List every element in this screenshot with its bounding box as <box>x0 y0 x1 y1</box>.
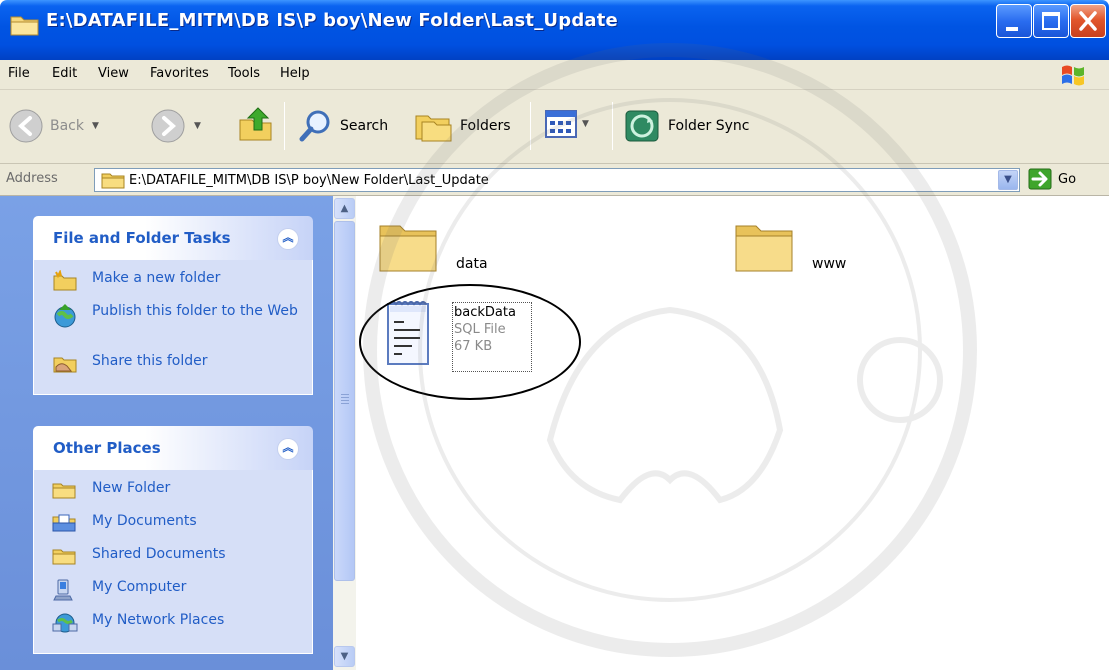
minimize-button[interactable] <box>996 4 1032 38</box>
close-icon <box>1079 11 1097 31</box>
other-places-panel: Other Places ︽ New Folder My Documents S… <box>33 426 313 654</box>
go-button[interactable]: Go <box>1028 168 1076 190</box>
folder-item-data[interactable]: data <box>376 214 488 278</box>
maximize-icon <box>1042 12 1060 30</box>
close-button[interactable] <box>1070 4 1106 38</box>
folder-icon <box>735 225 793 272</box>
folder-icon <box>10 16 39 36</box>
go-arrow-icon <box>1028 168 1052 190</box>
menu-bar: File Edit View Favorites Tools Help <box>0 60 1109 90</box>
place-label: New Folder <box>92 480 171 496</box>
back-dropdown-icon[interactable]: ▼ <box>92 121 99 131</box>
folder-sync-icon <box>625 110 659 142</box>
my-computer-icon <box>53 579 73 601</box>
place-label: My Documents <box>92 513 197 529</box>
address-input[interactable]: E:\DATAFILE_MITM\DB IS\P boy\New Folder\… <box>94 168 1020 192</box>
panel-title: File and Folder Tasks <box>53 229 231 247</box>
window-title: E:\DATAFILE_MITM\DB IS\P boy\New Folder\… <box>46 10 618 31</box>
search-label: Search <box>340 118 389 134</box>
folder-icon <box>379 225 437 272</box>
folder-label: data <box>456 256 488 272</box>
share-folder-icon <box>53 357 77 373</box>
share-folder-link[interactable]: Share this folder <box>34 353 312 386</box>
place-my-computer-link[interactable]: My Computer <box>34 579 312 612</box>
toolbar: Back ▼ ▼ Search Folders ▼ Folder Sync <box>0 90 1109 164</box>
up-folder-button[interactable] <box>236 104 276 144</box>
shared-folder-icon <box>52 549 76 565</box>
collapse-chevron-icon[interactable]: ︽ <box>277 228 299 250</box>
forward-button[interactable]: ▼ <box>150 108 201 144</box>
folder-item-www[interactable]: www <box>732 214 846 278</box>
panel-body: Make a new folder Publish this folder to… <box>33 260 313 395</box>
up-folder-icon <box>239 107 272 141</box>
collapse-chevron-icon[interactable]: ︽ <box>277 438 299 460</box>
folder-label: www <box>812 256 847 272</box>
folder-icon <box>101 173 125 189</box>
publish-web-icon <box>54 304 76 328</box>
grip-icon <box>341 394 349 395</box>
menu-help[interactable]: Help <box>280 66 310 81</box>
panel-header[interactable]: File and Folder Tasks ︽ <box>33 216 313 260</box>
folder-sync-button[interactable]: Folder Sync <box>624 108 749 144</box>
views-dropdown-icon[interactable]: ▼ <box>582 119 589 129</box>
address-label: Address <box>6 171 58 186</box>
forward-arrow-icon <box>151 109 185 143</box>
place-new-folder-link[interactable]: New Folder <box>34 480 312 513</box>
folder-sync-label: Folder Sync <box>668 118 750 134</box>
panel-body: New Folder My Documents Shared Documents <box>33 470 313 654</box>
search-icon <box>299 110 330 142</box>
file-folder-tasks-panel: File and Folder Tasks ︽ Make a new folde… <box>33 216 313 395</box>
task-pane-scrollbar[interactable]: ▲ ▼ <box>333 196 356 670</box>
task-pane: File and Folder Tasks ︽ Make a new folde… <box>0 196 333 670</box>
views-grid-icon <box>545 110 577 138</box>
task-label: Make a new folder <box>92 270 221 286</box>
back-label: Back <box>50 118 84 134</box>
task-label: Publish this folder to the Web <box>92 303 298 319</box>
panel-title: Other Places <box>53 439 161 457</box>
views-button[interactable]: ▼ <box>544 108 589 140</box>
toolbar-separator <box>612 102 613 150</box>
windows-logo-icon <box>1062 65 1084 86</box>
place-label: Shared Documents <box>92 546 226 562</box>
address-bar: Address E:\DATAFILE_MITM\DB IS\P boy\New… <box>0 164 1109 196</box>
menu-view[interactable]: View <box>98 66 129 81</box>
back-button[interactable]: Back ▼ <box>8 108 99 144</box>
maximize-button[interactable] <box>1033 4 1069 38</box>
menu-tools[interactable]: Tools <box>228 66 260 81</box>
make-new-folder-link[interactable]: Make a new folder <box>34 270 312 303</box>
place-shared-documents-link[interactable]: Shared Documents <box>34 546 312 579</box>
place-label: My Computer <box>92 579 187 595</box>
file-list-pane[interactable]: data www backData SQL File 67 KB <box>356 196 1109 670</box>
place-my-network-places-link[interactable]: My Network Places <box>34 612 312 645</box>
folders-label: Folders <box>460 118 511 134</box>
minimize-icon <box>1006 27 1018 31</box>
go-label: Go <box>1058 171 1077 187</box>
toolbar-separator <box>284 102 285 150</box>
folders-button[interactable]: Folders <box>414 108 511 144</box>
forward-dropdown-icon[interactable]: ▼ <box>194 121 201 131</box>
scroll-up-icon[interactable]: ▲ <box>334 198 355 219</box>
address-dropdown-icon[interactable]: ▼ <box>998 170 1018 190</box>
menu-edit[interactable]: Edit <box>52 66 77 81</box>
annotation-ellipse <box>359 284 581 400</box>
folder-icon <box>52 483 76 499</box>
place-label: My Network Places <box>92 612 225 628</box>
address-value: E:\DATAFILE_MITM\DB IS\P boy\New Folder\… <box>129 172 489 188</box>
back-arrow-icon <box>9 109 43 143</box>
task-label: Share this folder <box>92 353 208 369</box>
network-places-icon <box>52 613 78 633</box>
menu-favorites[interactable]: Favorites <box>150 66 209 81</box>
scroll-down-icon[interactable]: ▼ <box>334 646 355 667</box>
search-button[interactable]: Search <box>298 108 388 144</box>
new-folder-icon <box>53 270 77 291</box>
menu-file[interactable]: File <box>8 66 30 81</box>
toolbar-separator <box>530 102 531 150</box>
panel-header[interactable]: Other Places ︽ <box>33 426 313 470</box>
place-my-documents-link[interactable]: My Documents <box>34 513 312 546</box>
publish-folder-link[interactable]: Publish this folder to the Web <box>34 303 312 353</box>
folders-icon <box>415 115 452 142</box>
my-documents-icon <box>52 514 76 532</box>
title-bar[interactable]: E:\DATAFILE_MITM\DB IS\P boy\New Folder\… <box>0 0 1109 60</box>
scroll-thumb[interactable] <box>334 221 355 581</box>
